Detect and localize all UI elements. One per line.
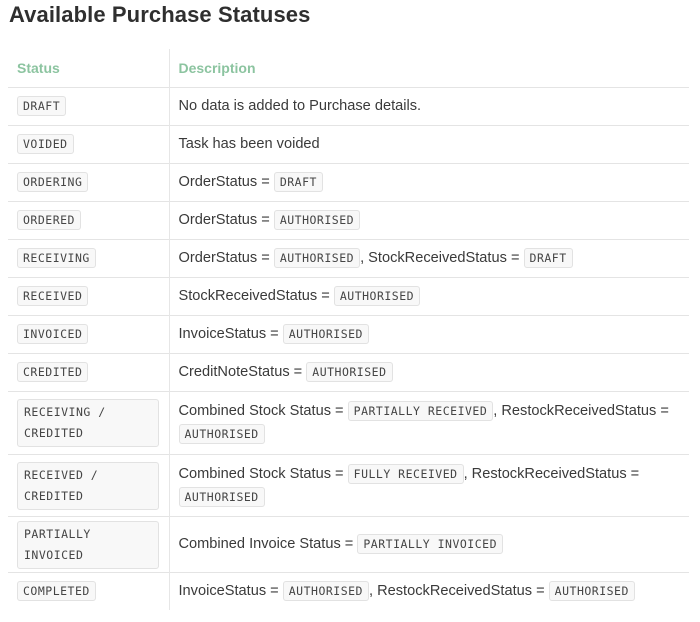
status-value-code: AUTHORISED — [178, 424, 265, 444]
status-value-code: DRAFT — [523, 248, 573, 268]
table-row: RECEIVED StockReceivedStatus = AUTHORISED — [8, 277, 689, 316]
status-value-code: AUTHORISED — [333, 286, 421, 306]
description-text: OrderStatus = — [178, 250, 274, 266]
status-code: DRAFT — [17, 96, 67, 116]
table-row: COMPLETED InvoiceStatus = AUTHORISED, Res… — [8, 572, 689, 610]
statuses-table: Status Description DRAFT No data is added… — [8, 49, 689, 610]
status-cell: VOIDED — [8, 125, 169, 164]
status-code: RECEIVED / CREDITED — [17, 461, 159, 510]
status-cell: ORDERED — [8, 201, 169, 240]
status-code: INVOICED — [17, 324, 89, 344]
status-value-code: AUTHORISED — [548, 581, 635, 601]
description-cell: OrderStatus = AUTHORISED, StockReceivedS… — [168, 239, 689, 278]
description-text: InvoiceStatus = — [178, 583, 283, 599]
table-row: CREDITED CreditNoteStatus = AUTHORISED — [8, 353, 689, 392]
status-value-code: FULLY RECEIVED — [347, 463, 464, 484]
description-text: No data is added to Purchase details. — [178, 98, 422, 114]
status-value-code: PARTIALLY INVOICED — [357, 534, 503, 554]
status-cell: PARTIALLY INVOICED — [8, 516, 169, 573]
status-value-code: AUTHORISED — [282, 324, 369, 344]
table-row: ORDERED OrderStatus = AUTHORISED — [8, 201, 689, 240]
table-row: RECEIVING / CREDITED Combined Stock Statu… — [8, 391, 689, 455]
description-text: StockReceivedStatus = — [178, 288, 334, 304]
description-text: OrderStatus = — [178, 174, 274, 190]
status-value-code: AUTHORISED — [306, 362, 393, 382]
status-code: COMPLETED — [17, 581, 96, 601]
table-row: ORDERING OrderStatus = DRAFT — [8, 163, 689, 202]
status-code: PARTIALLY INVOICED — [17, 520, 159, 569]
status-code: VOIDED — [17, 134, 74, 154]
description-text: CreditNoteStatus = — [178, 364, 307, 380]
status-cell: RECEIVED — [8, 277, 169, 316]
status-cell: DRAFT — [8, 87, 169, 126]
table-row: RECEIVED / CREDITED Combined Stock Status… — [8, 454, 689, 517]
table-row: DRAFT No data is added to Purchase detail… — [8, 87, 689, 126]
status-cell: COMPLETED — [8, 572, 169, 610]
status-value-code: AUTHORISED — [282, 581, 369, 601]
description-text: Combined Stock Status = — [178, 465, 348, 482]
description-column-header: Description — [168, 49, 689, 88]
table-row: PARTIALLY INVOICED Combined Invoice Statu… — [8, 516, 689, 573]
description-cell: OrderStatus = AUTHORISED — [168, 201, 689, 240]
description-cell: OrderStatus = DRAFT — [168, 163, 689, 202]
description-cell: StockReceivedStatus = AUTHORISED — [168, 277, 689, 316]
description-cell: CreditNoteStatus = AUTHORISED — [168, 353, 689, 392]
status-column-header: Status — [17, 60, 60, 76]
page-title: Available Purchase Statuses — [9, 2, 311, 27]
status-cell: CREDITED — [8, 353, 169, 392]
table-header-row: Status Description — [8, 49, 689, 88]
description-cell: InvoiceStatus = AUTHORISED, RestockRecei… — [168, 572, 689, 610]
status-cell: INVOICED — [8, 315, 169, 354]
description-text: InvoiceStatus = — [178, 326, 283, 342]
description-text: , RestockReceivedStatus = — [493, 403, 673, 419]
status-value-code: DRAFT — [273, 172, 323, 192]
description-text: , RestockReceivedStatus = — [369, 583, 549, 599]
status-value-code: AUTHORISED — [178, 486, 265, 507]
status-cell: RECEIVING / CREDITED — [8, 391, 169, 455]
status-value-code: AUTHORISED — [273, 248, 361, 268]
status-cell: RECEIVING — [8, 239, 169, 278]
status-code: CREDITED — [17, 362, 89, 382]
status-cell: RECEIVED / CREDITED — [8, 454, 169, 517]
description-cell: Combined Stock Status = PARTIALLY RECEIV… — [168, 391, 689, 455]
description-cell: Combined Invoice Status = PARTIALLY INVO… — [168, 516, 689, 573]
status-value-code: PARTIALLY RECEIVED — [347, 401, 494, 421]
description-text: Task has been voided — [178, 136, 320, 152]
description-text: OrderStatus = — [178, 212, 274, 228]
status-cell: ORDERING — [8, 163, 169, 202]
status-value-code: AUTHORISED — [273, 210, 361, 230]
description-cell: Combined Stock Status = FULLY RECEIVED, … — [168, 454, 689, 517]
description-text: , RestockReceivedStatus = — [463, 465, 644, 482]
status-code: RECEIVING — [17, 248, 96, 268]
status-code: ORDERING — [17, 172, 89, 192]
description-cell: Task has been voided — [168, 125, 689, 164]
status-code: ORDERED — [17, 210, 81, 230]
description-text: Combined Stock Status = — [178, 403, 348, 419]
description-text: , StockReceivedStatus = — [360, 250, 524, 266]
description-cell: InvoiceStatus = AUTHORISED — [168, 315, 689, 354]
status-code: RECEIVED — [17, 286, 89, 306]
table-row: RECEIVING OrderStatus = AUTHORISED, Stock… — [8, 239, 689, 278]
table-row: INVOICED InvoiceStatus = AUTHORISED — [8, 315, 689, 354]
status-code: RECEIVING / CREDITED — [17, 399, 159, 447]
description-text: Combined Invoice Status = — [178, 536, 358, 552]
description-cell: No data is added to Purchase details. — [168, 87, 689, 126]
table-row: VOIDED Task has been voided — [8, 125, 689, 164]
